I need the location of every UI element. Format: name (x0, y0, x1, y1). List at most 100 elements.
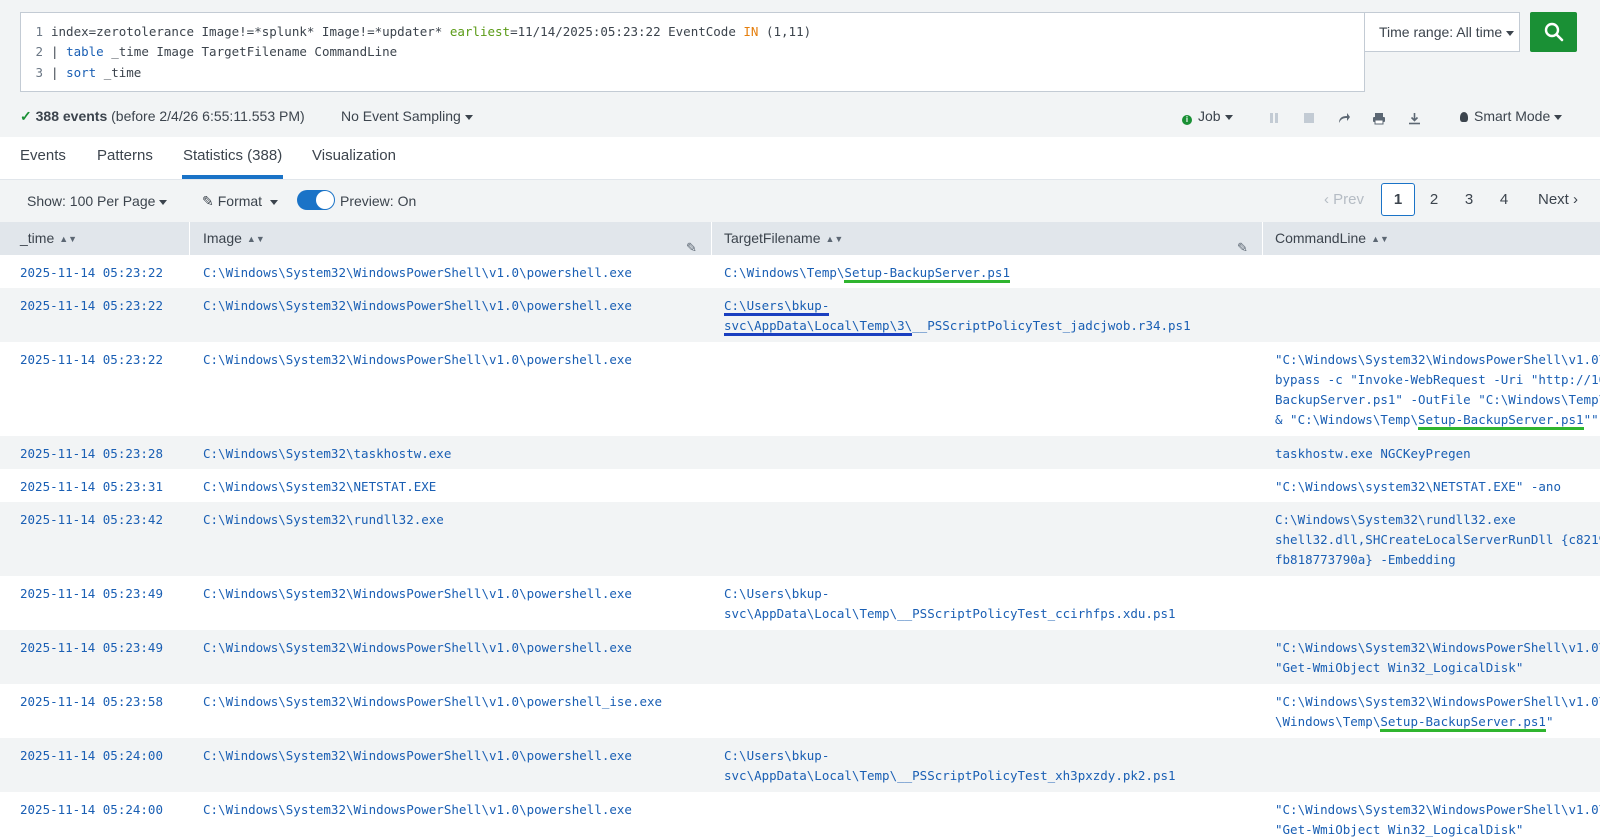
results-tabs: Events Patterns Statistics (388) Visuali… (0, 137, 1600, 180)
cell-time[interactable]: 2025-11-14 05:23:22 (20, 350, 180, 370)
cell-commandline[interactable]: "C:\Windows\System32\WindowsPowerShell\v… (1275, 692, 1600, 732)
table-row: 2025-11-14 05:23:22 C:\Windows\System32\… (0, 288, 1600, 342)
search-icon (1544, 22, 1563, 42)
cell-commandline[interactable]: C:\Windows\System32\rundll32.exe shell32.… (1275, 510, 1600, 570)
cell-targetfilename[interactable]: C:\Windows\Temp\Setup-BackupServer.ps1 (724, 263, 1269, 283)
cell-commandline[interactable]: "C:\Windows\system32\NETSTAT.EXE" -ano (1275, 477, 1600, 497)
preview-toggle[interactable] (297, 190, 335, 210)
cell-image[interactable]: C:\Windows\System32\rundll32.exe (203, 510, 703, 530)
cell-time[interactable]: 2025-11-14 05:23:42 (20, 510, 180, 530)
cell-time[interactable]: 2025-11-14 05:23:49 (20, 638, 180, 658)
line-number: 2 (35, 44, 43, 59)
sort-icon: ▲▼ (59, 234, 78, 244)
sort-icon: ▲▼ (1371, 234, 1389, 244)
pause-icon[interactable] (1266, 110, 1282, 126)
per-page-dropdown[interactable]: Show: 100 Per Page (27, 191, 168, 211)
next-page-button[interactable]: Next › (1531, 183, 1585, 216)
toggle-knob (316, 191, 334, 209)
column-header-commandline[interactable]: CommandLine ▲▼ (1263, 222, 1600, 255)
chevron-down-icon (159, 199, 168, 205)
table-row: 2025-11-14 05:23:58 C:\Windows\System32\… (0, 684, 1600, 738)
query-line-1: 1 index=zerotolerance Image!=*splunk* Ima… (21, 22, 811, 42)
chevron-down-icon (1506, 30, 1515, 36)
table-row: 2025-11-14 05:24:00 C:\Windows\System32\… (0, 738, 1600, 792)
cell-time[interactable]: 2025-11-14 05:23:22 (20, 296, 180, 316)
cell-image[interactable]: C:\Windows\System32\NETSTAT.EXE (203, 477, 703, 497)
format-dropdown[interactable]: ✎ Format (202, 191, 279, 211)
cell-image[interactable]: C:\Windows\System32\WindowsPowerShell\v1… (203, 692, 703, 712)
chevron-left-icon: ‹ (1323, 191, 1334, 208)
search-query-editor[interactable]: 1 index=zerotolerance Image!=*splunk* Ima… (20, 12, 1365, 92)
tab-visualization[interactable]: Visualization (312, 137, 396, 179)
search-mode-dropdown[interactable]: Smart Mode (1460, 106, 1563, 126)
cell-time[interactable]: 2025-11-14 05:23:58 (20, 692, 180, 712)
table-row: 2025-11-14 05:23:42 C:\Windows\System32\… (0, 502, 1600, 576)
time-range-picker[interactable]: Time range: All time (1365, 12, 1520, 52)
job-status-bar: ✓ 388 events (before 2/4/26 6:55:11.553 … (0, 100, 1600, 137)
share-icon[interactable] (1336, 110, 1352, 126)
cell-targetfilename[interactable]: C:\Users\bkup-svc\AppData\Local\Temp\3\_… (724, 296, 1269, 336)
table-row: 2025-11-14 05:23:22 C:\Windows\System32\… (0, 342, 1600, 436)
tab-events[interactable]: Events (20, 137, 66, 179)
cell-image[interactable]: C:\Windows\System32\WindowsPowerShell\v1… (203, 350, 703, 370)
page-3-button[interactable]: 3 (1452, 183, 1486, 216)
query-line-3: 3 | sort _time (21, 63, 141, 83)
cell-image[interactable]: C:\Windows\System32\WindowsPowerShell\v1… (203, 800, 703, 820)
cell-image[interactable]: C:\Windows\System32\WindowsPowerShell\v1… (203, 746, 703, 766)
cell-time[interactable]: 2025-11-14 05:23:28 (20, 444, 180, 464)
table-row: 2025-11-14 05:23:22 C:\Windows\System32\… (0, 255, 1600, 288)
chevron-down-icon (270, 199, 279, 205)
info-icon: i (1182, 115, 1192, 125)
search-area: 1 index=zerotolerance Image!=*splunk* Ima… (0, 0, 1600, 100)
job-menu[interactable]: i Job (1182, 106, 1233, 126)
column-header-image[interactable]: Image ▲▼ ✎ (190, 222, 712, 255)
lightbulb-icon (1460, 112, 1468, 122)
cell-targetfilename[interactable]: C:\Users\bkup-svc\AppData\Local\Temp\__P… (724, 746, 1269, 786)
cell-time[interactable]: 2025-11-14 05:23:49 (20, 584, 180, 604)
table-row: 2025-11-14 05:23:31 C:\Windows\System32\… (0, 469, 1600, 502)
column-header-time[interactable]: _time ▲▼ (0, 222, 190, 255)
cell-time[interactable]: 2025-11-14 05:23:31 (20, 477, 180, 497)
table-row: 2025-11-14 05:23:28 C:\Windows\System32\… (0, 436, 1600, 469)
cell-image[interactable]: C:\Windows\System32\taskhostw.exe (203, 444, 703, 464)
tab-patterns[interactable]: Patterns (97, 137, 153, 179)
cell-commandline[interactable]: "C:\Windows\System32\WindowsPowerShell\v… (1275, 800, 1600, 840)
cell-time[interactable]: 2025-11-14 05:23:22 (20, 263, 180, 283)
cell-time[interactable]: 2025-11-14 05:24:00 (20, 746, 180, 766)
tab-statistics[interactable]: Statistics (388) (182, 137, 284, 179)
search-button[interactable] (1530, 12, 1577, 52)
cell-image[interactable]: C:\Windows\System32\WindowsPowerShell\v1… (203, 584, 703, 604)
print-icon[interactable] (1371, 110, 1387, 126)
event-sampling-dropdown[interactable]: No Event Sampling (341, 106, 473, 126)
sort-icon: ▲▼ (246, 234, 265, 244)
prev-page-button[interactable]: ‹ Prev (1319, 183, 1369, 216)
cell-targetfilename[interactable]: C:\Users\bkup-svc\AppData\Local\Temp\__P… (724, 584, 1269, 624)
cell-time[interactable]: 2025-11-14 05:24:00 (20, 800, 180, 820)
highlight-underline: svc\AppData\Local\Temp\3\ (724, 318, 913, 336)
page-1-button[interactable]: 1 (1381, 183, 1415, 216)
chevron-down-icon (464, 114, 473, 120)
chevron-right-icon: › (1568, 191, 1578, 208)
line-number: 3 (35, 65, 43, 80)
chevron-down-icon (1554, 114, 1563, 120)
cell-image[interactable]: C:\Windows\System32\WindowsPowerShell\v1… (203, 638, 703, 658)
event-count: ✓ 388 events (before 2/4/26 6:55:11.553 … (20, 108, 305, 124)
cell-commandline[interactable]: "C:\Windows\System32\WindowsPowerShell\v… (1275, 638, 1600, 678)
table-row: 2025-11-14 05:23:49 C:\Windows\System32\… (0, 576, 1600, 630)
cell-image[interactable]: C:\Windows\System32\WindowsPowerShell\v1… (203, 263, 703, 283)
table-row: 2025-11-14 05:23:49 C:\Windows\System32\… (0, 630, 1600, 684)
highlight-underline: Setup-BackupServer.ps1 (1380, 714, 1546, 732)
cell-image[interactable]: C:\Windows\System32\WindowsPowerShell\v1… (203, 296, 703, 316)
sort-icon: ▲▼ (825, 234, 844, 244)
cell-commandline[interactable]: "C:\Windows\System32\WindowsPowerShell\v… (1275, 350, 1600, 430)
export-icon[interactable] (1406, 110, 1422, 126)
stop-icon[interactable] (1301, 110, 1317, 126)
preview-label: Preview: On (340, 193, 417, 209)
page-2-button[interactable]: 2 (1417, 183, 1451, 216)
highlight-underline: Setup-BackupServer.ps1 (1418, 412, 1584, 430)
cell-commandline[interactable]: taskhostw.exe NGCKeyPregen (1275, 444, 1600, 464)
highlight-underline: Setup-BackupServer.ps1 (844, 265, 1010, 283)
column-header-targetfilename[interactable]: TargetFilename ▲▼ ✎ (712, 222, 1263, 255)
page-4-button[interactable]: 4 (1487, 183, 1521, 216)
highlight-underline: C:\Users\bkup- (724, 298, 830, 316)
